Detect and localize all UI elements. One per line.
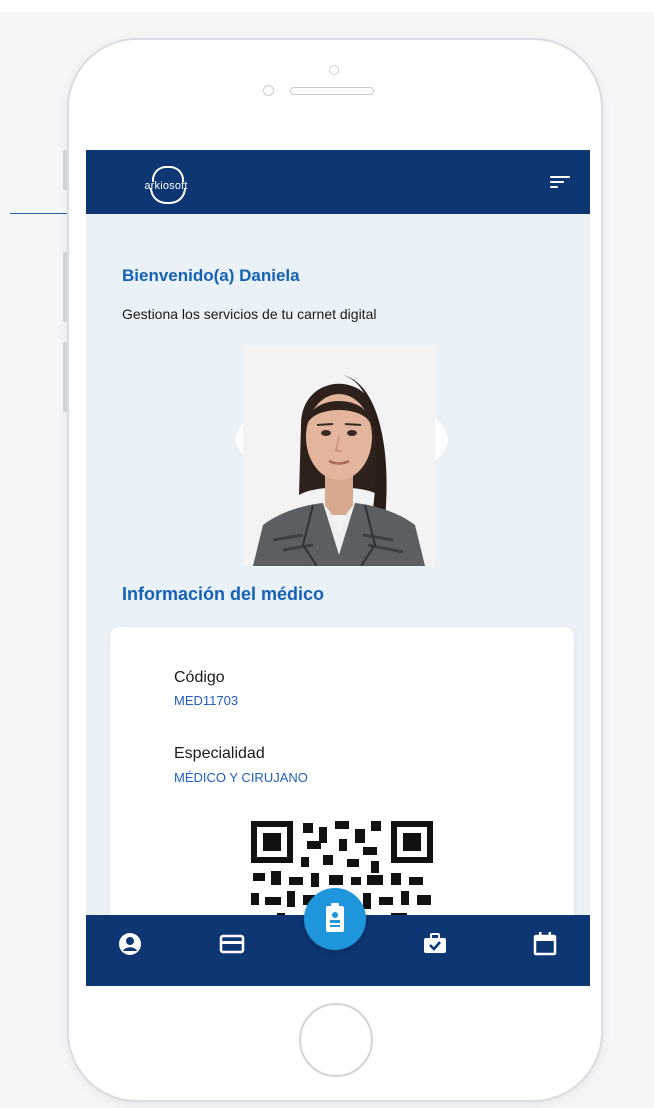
credit-card-icon[interactable] — [217, 929, 247, 959]
specialty-label: Especialidad — [174, 745, 265, 762]
code-value: MED11703 — [174, 693, 239, 708]
speaker-grille — [290, 87, 374, 95]
front-camera-icon — [329, 65, 339, 75]
app-logo: arkiosoft — [130, 164, 202, 206]
code-label: Código — [174, 669, 225, 686]
welcome-subtitle: Gestiona los servicios de tu carnet digi… — [122, 306, 377, 322]
briefcase-check-icon[interactable] — [420, 929, 450, 959]
app-header: arkiosoft — [86, 150, 590, 214]
proximity-sensor-icon — [263, 85, 274, 96]
digital-id-button[interactable] — [304, 888, 366, 950]
calendar-icon[interactable] — [530, 929, 560, 959]
welcome-title: Bienvenido(a) Daniela — [122, 266, 300, 285]
home-button[interactable] — [299, 1003, 373, 1077]
section-title-doctor-info: Información del médico — [122, 584, 325, 604]
logo-arc-bottom — [150, 188, 186, 204]
menu-icon[interactable] — [550, 176, 570, 190]
profile-photo — [243, 345, 435, 566]
app-screen: arkiosoft Bienvenido(a) Daniela Gestiona… — [86, 150, 590, 986]
user-circle-icon[interactable] — [115, 929, 145, 959]
specialty-value: MÉDICO Y CIRUJANO — [174, 770, 308, 785]
id-badge-icon — [326, 903, 344, 932]
